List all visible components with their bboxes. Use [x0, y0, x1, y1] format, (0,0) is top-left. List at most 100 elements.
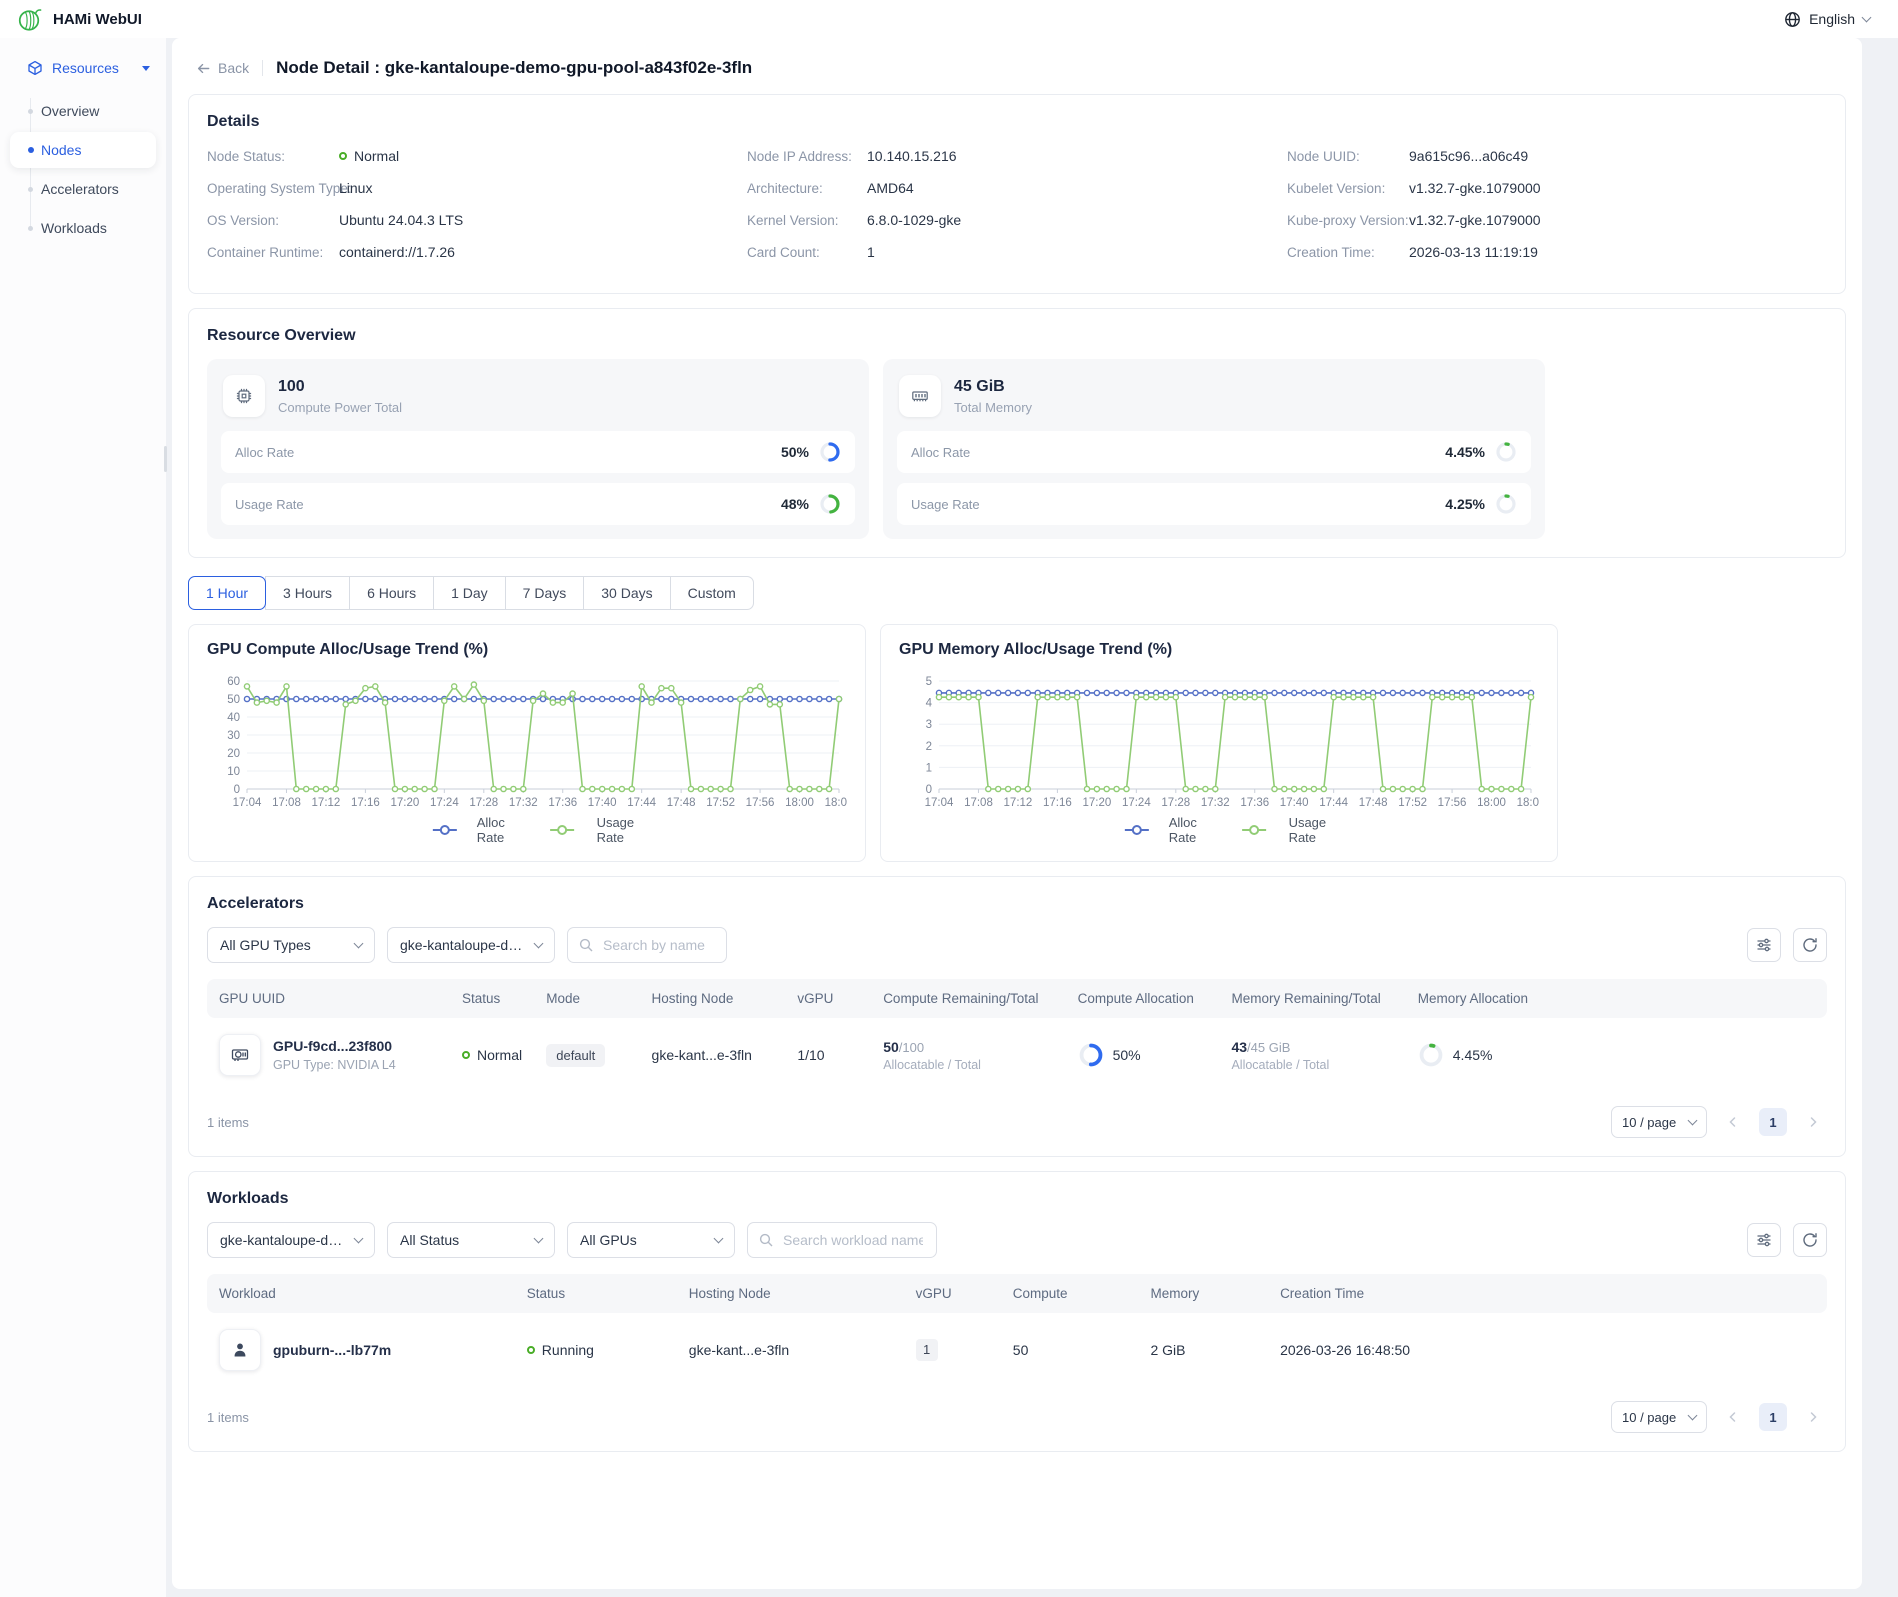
status-select[interactable]: All Status [387, 1222, 555, 1258]
tab-3-hours[interactable]: 3 Hours [265, 576, 350, 610]
detail-value: Linux [339, 180, 372, 196]
prev-page-button[interactable] [1719, 1108, 1747, 1136]
tab-1-day[interactable]: 1 Day [433, 576, 506, 610]
details-card: Details Node Status:Normal Operating Sys… [188, 94, 1846, 294]
detail-label: Kubelet Version: [1287, 181, 1409, 196]
svg-text:17:44: 17:44 [1319, 797, 1348, 809]
sidebar-group-label: Resources [52, 60, 119, 76]
gpu-uuid-cell[interactable]: GPU-f9cd...23f800 GPU Type: NVIDIA L4 [207, 1018, 450, 1092]
table-header-row: Workload Status Hosting Node vGPU Comput… [207, 1274, 1827, 1313]
page-1-button[interactable]: 1 [1759, 1108, 1787, 1136]
svg-text:17:04: 17:04 [925, 797, 954, 809]
svg-text:17:48: 17:48 [1359, 797, 1388, 809]
svg-text:0: 0 [926, 784, 932, 796]
detail-value: v1.32.7-gke.1079000 [1409, 180, 1541, 196]
workloads-title: Workloads [207, 1190, 1827, 1208]
next-page-button[interactable] [1799, 1403, 1827, 1431]
legend-label: Usage Rate [597, 815, 635, 845]
svg-text:5: 5 [926, 676, 932, 688]
tab-30-days[interactable]: 30 Days [583, 576, 670, 610]
node-select[interactable]: gke-kantaloupe-de... [207, 1222, 375, 1258]
column-header: Mode [534, 979, 639, 1018]
svg-text:1: 1 [926, 762, 932, 774]
details-grid: Node Status:Normal Operating System Type… [207, 147, 1827, 275]
svg-text:17:08: 17:08 [272, 797, 301, 809]
detail-field: Node UUID:9a615c96...a06c49 [1287, 147, 1827, 165]
detail-label: Container Runtime: [207, 245, 339, 260]
next-page-button[interactable] [1799, 1108, 1827, 1136]
sidebar-resize-handle[interactable] [164, 446, 167, 472]
rate-value: 50% [781, 444, 809, 460]
sidebar-item-label: Overview [41, 103, 99, 119]
column-header: Compute Remaining/Total [871, 979, 1065, 1018]
column-header: Hosting Node [677, 1274, 904, 1313]
column-header: GPU UUID [207, 979, 450, 1018]
detail-field: Node IP Address:10.140.15.216 [747, 147, 1287, 165]
legend-item[interactable]: Alloc Rate [419, 815, 510, 845]
column-settings-button[interactable] [1747, 1223, 1781, 1257]
svg-text:17:16: 17:16 [1043, 797, 1072, 809]
app-title: HAMi WebUI [53, 11, 142, 28]
tab-1-hour[interactable]: 1 Hour [188, 576, 266, 610]
table-row[interactable]: GPU-f9cd...23f800 GPU Type: NVIDIA L4 No… [207, 1018, 1827, 1092]
svg-text:40: 40 [227, 712, 240, 724]
language-switcher[interactable]: English [1784, 11, 1870, 28]
usage-rate-donut [1495, 493, 1517, 515]
table-row[interactable]: gpuburn-...-lb77m Running gke-kant...e-3… [207, 1313, 1827, 1387]
page-size-select[interactable]: 10 / page [1611, 1401, 1707, 1433]
detail-field: Architecture:AMD64 [747, 179, 1287, 197]
legend-item[interactable]: Usage Rate [1226, 815, 1327, 845]
mode-badge: default [546, 1044, 605, 1067]
tab-custom[interactable]: Custom [670, 576, 754, 610]
svg-text:10: 10 [227, 766, 240, 778]
stat-label: Total Memory [954, 400, 1032, 415]
sidebar-item-workloads[interactable]: Workloads [10, 210, 156, 246]
legend-item[interactable]: Usage Rate [534, 815, 635, 845]
sidebar-group-resources[interactable]: Resources [0, 50, 166, 88]
page-1-button[interactable]: 1 [1759, 1403, 1787, 1431]
memory-remaining-cell: 43/45 GiB Allocatable / Total [1219, 1018, 1405, 1092]
legend-label: Usage Rate [1289, 815, 1327, 845]
sidebar-item-accelerators[interactable]: Accelerators [10, 171, 156, 207]
name-search [567, 927, 727, 963]
svg-text:17:12: 17:12 [312, 797, 341, 809]
compute-cell: 50 [1001, 1313, 1139, 1387]
prev-page-button[interactable] [1719, 1403, 1747, 1431]
node-select[interactable]: gke-kantaloupe-de... [387, 927, 555, 963]
column-header: Memory Allocation [1406, 979, 1827, 1018]
hosting-node-cell: gke-kant...e-3fln [677, 1313, 904, 1387]
refresh-button[interactable] [1793, 1223, 1827, 1257]
accelerators-table: GPU UUID Status Mode Hosting Node vGPU C… [207, 979, 1827, 1092]
legend-item[interactable]: Alloc Rate [1111, 815, 1202, 845]
gpu-chip-icon [223, 375, 265, 417]
column-header: Compute [1001, 1274, 1139, 1313]
sidebar-item-overview[interactable]: Overview [10, 93, 156, 129]
hami-logo-icon [16, 6, 43, 33]
workload-name-cell[interactable]: gpuburn-...-lb77m [207, 1313, 515, 1387]
back-button[interactable]: Back [196, 60, 249, 76]
detail-value: v1.32.7-gke.1079000 [1409, 212, 1541, 228]
detail-label: Node UUID: [1287, 149, 1409, 164]
gpus-select[interactable]: All GPUs [567, 1222, 735, 1258]
rate-label: Usage Rate [235, 497, 304, 512]
item-dot-icon [28, 109, 33, 114]
refresh-button[interactable] [1793, 928, 1827, 962]
detail-label: Operating System Type: [207, 181, 339, 196]
gpu-type-select[interactable]: All GPU Types [207, 927, 375, 963]
page-size-select[interactable]: 10 / page [1611, 1106, 1707, 1138]
sidebar-item-nodes[interactable]: Nodes [10, 132, 156, 168]
svg-text:60: 60 [227, 676, 240, 688]
chart-title: GPU Compute Alloc/Usage Trend (%) [207, 641, 847, 659]
item-dot-icon [28, 187, 33, 192]
compute-trend-line-chart: 010203040506017:0417:0817:1217:1617:2017… [207, 671, 847, 845]
tab-6-hours[interactable]: 6 Hours [349, 576, 434, 610]
detail-field: Card Count:1 [747, 243, 1287, 261]
tab-7-days[interactable]: 7 Days [505, 576, 585, 610]
stat-card-memory: 45 GiB Total Memory Alloc Rate 4.45% Usa… [883, 359, 1545, 539]
detail-label: Node IP Address: [747, 149, 867, 164]
column-settings-button[interactable] [1747, 928, 1781, 962]
workload-search-input[interactable] [781, 1231, 925, 1249]
name-search-input[interactable] [601, 936, 715, 954]
resource-overview-title: Resource Overview [207, 327, 1827, 345]
rate-row-usage: Usage Rate 48% [221, 483, 855, 525]
